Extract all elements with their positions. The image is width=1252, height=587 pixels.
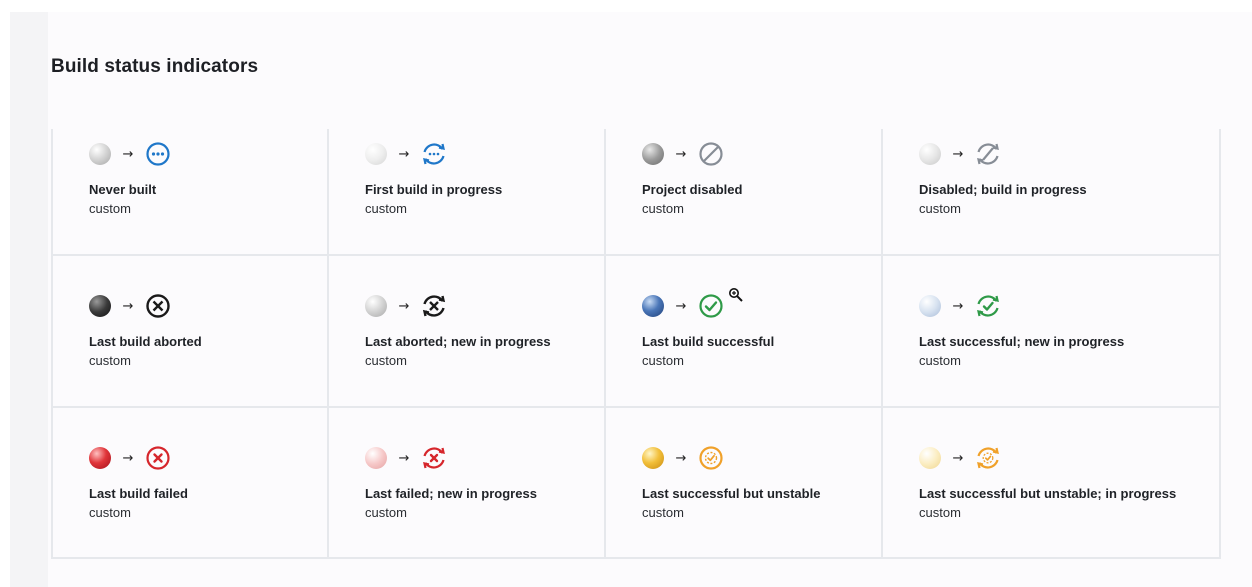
status-sub: custom [642, 353, 684, 368]
status-label: First build in progress [365, 182, 503, 197]
status-sub: custom [365, 201, 407, 216]
arrow-right-icon: → [398, 146, 410, 162]
status-sub: custom [365, 505, 407, 520]
icon-row: → [89, 445, 171, 471]
never-built-icon [145, 141, 171, 167]
status-card-unstable-in-progress: → Last successful but unstable; in progr… [883, 408, 1221, 559]
status-label: Disabled; build in progress [919, 182, 1087, 197]
arrow-right-icon: → [398, 298, 410, 314]
icon-row: → [365, 141, 447, 167]
aborted-icon [145, 293, 171, 319]
icon-row: → [919, 141, 1001, 167]
unstable-in-progress-icon [975, 445, 1001, 471]
status-sub: custom [365, 353, 407, 368]
arrow-right-icon: → [122, 146, 134, 162]
arrow-right-icon: → [398, 450, 410, 466]
success-in-progress-icon [975, 293, 1001, 319]
arrow-right-icon: → [952, 146, 964, 162]
icon-row: → [919, 293, 1001, 319]
disabled-in-progress-icon [975, 141, 1001, 167]
status-sub: custom [919, 201, 961, 216]
grey-ball-icon [89, 143, 111, 165]
blue-light-ball-icon [919, 295, 941, 317]
aborted-in-progress-icon [421, 293, 447, 319]
left-gutter [10, 12, 48, 587]
status-label: Last successful; new in progress [919, 334, 1125, 349]
arrow-right-icon: → [952, 450, 964, 466]
page-title: Build status indicators [51, 56, 259, 77]
icon-row: → [89, 141, 171, 167]
red-ball-icon [89, 447, 111, 469]
failed-in-progress-icon [421, 445, 447, 471]
black-ball-icon [89, 295, 111, 317]
page: Build status indicators → Never built cu… [0, 0, 1252, 587]
project-disabled-icon [698, 141, 724, 167]
status-card-failed-in-progress: → Last failed; new in progress custom [329, 408, 606, 559]
grey-ball-icon [365, 295, 387, 317]
icon-row: → [365, 445, 447, 471]
status-label: Last successful but unstable [642, 486, 821, 501]
status-sub: custom [919, 353, 961, 368]
arrow-right-icon: → [675, 146, 687, 162]
status-card-project-disabled: → Project disabled custom [606, 129, 883, 256]
status-label: Last build successful [642, 334, 775, 349]
yellow-ball-icon [642, 447, 664, 469]
status-sub: custom [642, 201, 684, 216]
zoom-cursor-icon [728, 287, 744, 303]
status-card-last-build-aborted: → Last build aborted custom [51, 256, 329, 408]
status-label: Last build failed [89, 486, 188, 501]
status-card-last-build-failed: → Last build failed custom [51, 408, 329, 559]
unstable-icon [698, 445, 724, 471]
arrow-right-icon: → [122, 450, 134, 466]
yellow-light-ball-icon [919, 447, 941, 469]
blue-ball-icon [642, 295, 664, 317]
failed-icon [145, 445, 171, 471]
status-card-disabled-in-progress: → Disabled; build in progress custom [883, 129, 1221, 256]
grey-light-ball-icon [365, 143, 387, 165]
arrow-right-icon: → [952, 298, 964, 314]
first-build-in-progress-icon [421, 141, 447, 167]
status-card-last-build-successful: → Last build successful custom [606, 256, 883, 408]
status-label: Last successful but unstable; in progres… [919, 486, 1177, 501]
grey-dark-ball-icon [642, 143, 664, 165]
status-sub: custom [642, 505, 684, 520]
icon-row: → [89, 293, 171, 319]
success-icon [698, 293, 724, 319]
status-sub: custom [89, 505, 131, 520]
status-card-success-in-progress: → Last successful; new in progress custo… [883, 256, 1221, 408]
status-card-unstable: → Last successful but unstable custom [606, 408, 883, 559]
status-card-never-built: → Never built custom [51, 129, 329, 256]
status-label: Last aborted; new in progress [365, 334, 551, 349]
arrow-right-icon: → [122, 298, 134, 314]
status-sub: custom [89, 353, 131, 368]
icon-row: → [642, 141, 724, 167]
icon-row: → [919, 445, 1001, 471]
status-sub: custom [89, 201, 131, 216]
status-sub: custom [919, 505, 961, 520]
status-card-first-build-in-progress: → First build in progress custom [329, 129, 606, 256]
status-label: Last failed; new in progress [365, 486, 537, 501]
status-card-aborted-in-progress: → Last aborted; new in progress custom [329, 256, 606, 408]
status-grid: → Never built custom → First build in pr… [51, 129, 1221, 559]
grey-light-ball-icon [919, 143, 941, 165]
status-label: Project disabled [642, 182, 743, 197]
status-label: Last build aborted [89, 334, 202, 349]
icon-row: → [365, 293, 447, 319]
icon-row: → [642, 445, 724, 471]
arrow-right-icon: → [675, 298, 687, 314]
red-light-ball-icon [365, 447, 387, 469]
status-label: Never built [89, 182, 157, 197]
icon-row: → [642, 293, 724, 319]
arrow-right-icon: → [675, 450, 687, 466]
